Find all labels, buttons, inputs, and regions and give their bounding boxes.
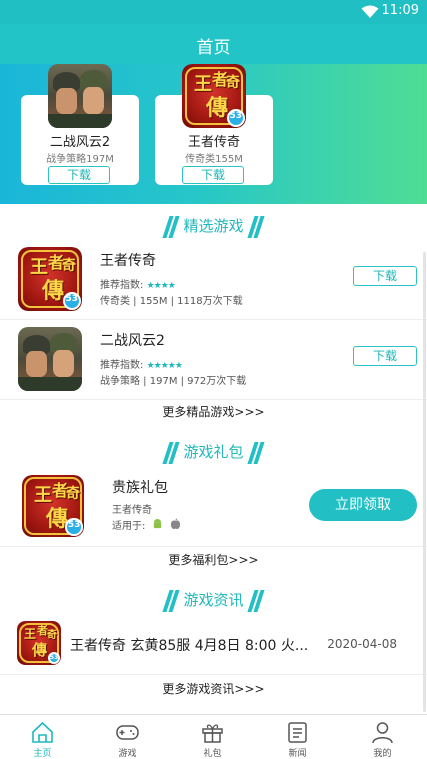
section-header-gifts: 游戏礼包 xyxy=(0,438,427,466)
divider xyxy=(0,546,427,547)
download-button[interactable]: 下载 xyxy=(182,166,244,184)
apple-icon xyxy=(170,518,180,530)
tab-label: 我的 xyxy=(373,749,392,759)
game-meta: 战争策略 | 197M | 972万次下载 xyxy=(100,376,247,387)
gift-name: 贵族礼包 xyxy=(112,480,168,496)
gift-platforms: 适用于: xyxy=(112,517,181,532)
game-name: 王者传奇 xyxy=(100,253,156,269)
legend-game-icon: 王 者 奇 傳 53 xyxy=(17,621,61,665)
war-game-icon xyxy=(18,327,82,391)
title-bar: 首页 xyxy=(0,24,427,64)
banner-card-war[interactable]: 二战风云2 战争策略197M 下载 xyxy=(21,64,139,185)
tab-label: 礼包 xyxy=(203,749,222,759)
gift-row[interactable]: 王 者 奇 傳 53 贵族礼包 王者传奇 适用于: 立即领取 xyxy=(0,465,427,547)
game-row[interactable]: 王 者 奇 傳 53 王者传奇 推荐指数: ★★★★ 传奇类 | 155M | … xyxy=(0,240,427,320)
legend-game-icon: 王 者 奇 傳 53 xyxy=(18,247,82,311)
gift-icon xyxy=(202,724,223,743)
more-news-link[interactable]: 更多游戏资讯>>> xyxy=(0,677,427,701)
bottom-tab-bar: 主页 游戏 礼包 新闻 我的 xyxy=(0,714,427,759)
section-title: 游戏资讯 xyxy=(183,591,244,609)
news-title: 王者传奇 玄黄85服 4月8日 8:00 火... xyxy=(70,638,309,654)
tab-home[interactable]: 主页 xyxy=(0,715,85,759)
legend-game-icon: 王 者 奇 傳 53 xyxy=(22,475,84,537)
download-button[interactable]: 下载 xyxy=(353,266,417,286)
section-header-featured: 精选游戏 xyxy=(0,212,427,240)
legend-game-icon: 王 者 奇 傳 53 xyxy=(182,64,246,128)
download-button[interactable]: 下载 xyxy=(48,166,110,184)
news-row[interactable]: 王 者 奇 傳 53 王者传奇 玄黄85服 4月8日 8:00 火... 202… xyxy=(0,617,427,675)
star-rating-icon: ★★★★ xyxy=(146,281,176,291)
star-rating-icon: ★★★★★ xyxy=(146,361,183,371)
download-button[interactable]: 下载 xyxy=(353,346,417,366)
game-rating: 推荐指数: ★★★★ xyxy=(100,280,176,291)
tab-label: 主页 xyxy=(33,749,52,759)
tab-profile[interactable]: 我的 xyxy=(340,715,425,759)
banner-card-legend[interactable]: 王 者 奇 傳 53 王者传奇 传奇类155M 下载 xyxy=(155,64,273,185)
scrollbar[interactable] xyxy=(423,252,426,712)
tab-label: 游戏 xyxy=(118,749,137,759)
gamepad-icon xyxy=(116,725,139,740)
more-featured-link[interactable]: 更多精品游戏>>> xyxy=(0,400,427,424)
user-icon xyxy=(372,722,393,744)
clock: 11:09 xyxy=(381,3,419,18)
tab-news[interactable]: 新闻 xyxy=(255,715,340,759)
wifi-icon xyxy=(361,5,379,18)
banner-card-meta: 战争策略197M xyxy=(46,154,114,165)
war-game-icon xyxy=(48,64,112,128)
status-bar: 11:09 xyxy=(0,0,427,24)
section-title: 精选游戏 xyxy=(183,217,244,235)
section-header-news: 游戏资讯 xyxy=(0,586,427,614)
news-icon xyxy=(288,722,307,743)
banner-card-name: 王者传奇 xyxy=(187,135,240,150)
page-title: 首页 xyxy=(196,38,231,58)
more-gifts-link[interactable]: 更多福利包>>> xyxy=(0,548,427,572)
home-icon xyxy=(32,721,53,743)
android-icon xyxy=(153,519,161,529)
news-date: 2020-04-08 xyxy=(327,637,397,651)
tab-games[interactable]: 游戏 xyxy=(85,715,170,759)
featured-banner: 二战风云2 战争策略197M 下载 王 者 奇 傳 53 王者传奇 传奇类155… xyxy=(0,64,427,204)
banner-card-name: 二战风云2 xyxy=(49,135,111,150)
claim-gift-button[interactable]: 立即领取 xyxy=(309,489,417,521)
section-title: 游戏礼包 xyxy=(183,443,244,461)
tab-gifts[interactable]: 礼包 xyxy=(170,715,255,759)
gift-game: 王者传奇 xyxy=(112,505,152,516)
game-row[interactable]: 二战风云2 推荐指数: ★★★★★ 战争策略 | 197M | 972万次下载 … xyxy=(0,320,427,400)
tab-label: 新闻 xyxy=(288,749,307,759)
banner-card-meta: 传奇类155M xyxy=(185,154,243,165)
game-rating: 推荐指数: ★★★★★ xyxy=(100,360,183,371)
game-name: 二战风云2 xyxy=(100,333,165,349)
game-meta: 传奇类 | 155M | 1118万次下载 xyxy=(100,296,243,307)
